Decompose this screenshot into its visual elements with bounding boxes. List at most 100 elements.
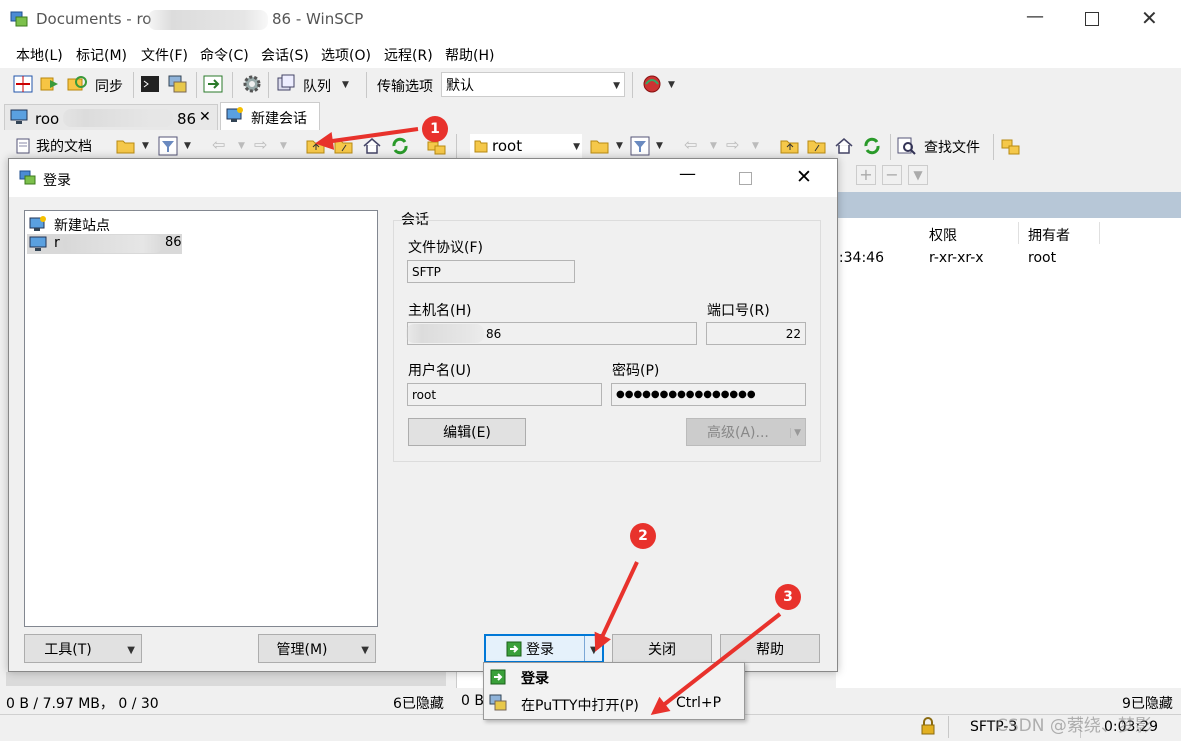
- add-icon[interactable]: +: [856, 165, 876, 185]
- menu-item-putty-shortcut: Ctrl+P: [676, 695, 722, 711]
- row-owner: root: [1028, 250, 1057, 266]
- winscp-app-icon: [9, 9, 29, 29]
- host-label: 主机名(H): [408, 303, 472, 319]
- col-permissions[interactable]: 权限: [929, 225, 957, 245]
- port-field[interactable]: 22: [706, 322, 806, 345]
- filter-icon[interactable]: [158, 136, 178, 156]
- funnel-icon[interactable]: ▼: [908, 165, 928, 185]
- menu-local[interactable]: 本地(L): [16, 45, 63, 65]
- host-field[interactable]: 86: [406, 322, 697, 345]
- remote-path-select[interactable]: root ▼: [470, 134, 582, 158]
- compare-icon[interactable]: [13, 74, 33, 94]
- window-title-prefix: Documents - ro: [36, 10, 152, 28]
- queue-dropdown-icon[interactable]: ▼: [342, 80, 349, 90]
- transfer-options-label: 传输选项: [377, 79, 433, 95]
- edit-button-label: 编辑(E): [443, 425, 491, 441]
- queue-icon[interactable]: [276, 74, 296, 94]
- remote-refresh-icon[interactable]: [862, 136, 882, 156]
- watermark: CSDN @萦绕、梦影: [996, 716, 1152, 736]
- host-suffix: 86: [486, 326, 502, 341]
- gear-icon[interactable]: [242, 74, 262, 94]
- tab-close-icon[interactable]: ✕: [199, 109, 211, 125]
- remote-back-arrow-icon[interactable]: ⇦: [684, 135, 697, 154]
- advanced-button-label: 高级(A)...: [707, 425, 769, 441]
- remove-icon[interactable]: −: [882, 165, 902, 185]
- globe-dropdown-icon[interactable]: ▼: [668, 80, 675, 90]
- chevron-down-icon: ▼: [790, 428, 801, 438]
- password-label: 密码(P): [612, 363, 660, 379]
- menu-help[interactable]: 帮助(H): [445, 45, 494, 65]
- manage-button[interactable]: 管理(M) ▼: [258, 634, 376, 663]
- menu-mark[interactable]: 标记(M): [76, 45, 127, 65]
- help-button-label: 帮助: [756, 641, 784, 658]
- remote-filter-icon[interactable]: [630, 136, 650, 156]
- tab-session-prefix: roo: [35, 110, 60, 128]
- col-header-row: 权限 拥有者: [836, 218, 1181, 248]
- local-path-select[interactable]: 我的文档: [12, 134, 108, 158]
- maximize-button[interactable]: [1085, 12, 1099, 26]
- dialog-title: 登录: [43, 173, 71, 189]
- sync-browse-icon[interactable]: [40, 74, 60, 94]
- new-session-icon: [226, 107, 244, 123]
- minimize-button[interactable]: —: [1026, 6, 1044, 27]
- open-folder-icon[interactable]: [116, 136, 136, 156]
- transfer-settings-select[interactable]: 默认 ▼: [441, 72, 625, 97]
- list-item[interactable]: 新建站点: [27, 214, 227, 234]
- close-button[interactable]: 关闭: [612, 634, 712, 663]
- remote-parent-dir-icon[interactable]: [780, 136, 800, 156]
- transfer-icon[interactable]: [203, 74, 223, 94]
- menu-item-login-label: 登录: [521, 671, 549, 687]
- menu-file[interactable]: 文件(F): [141, 45, 188, 65]
- remote-home-icon[interactable]: [834, 136, 854, 156]
- home-icon[interactable]: [362, 136, 382, 156]
- status-mid-size: 0 B: [461, 693, 484, 709]
- dialog-close-button[interactable]: ✕: [796, 166, 812, 188]
- menu-remote[interactable]: 远程(R): [384, 45, 433, 65]
- site-tree[interactable]: 新建站点 r 86: [24, 210, 378, 627]
- table-row[interactable]: 3:34:46 r-xr-xr-x root: [830, 248, 1181, 270]
- tab-new-session[interactable]: 新建会话: [220, 102, 320, 131]
- password-field[interactable]: ●●●●●●●●●●●●●●●●: [611, 383, 806, 406]
- menu-command[interactable]: 命令(C): [200, 45, 249, 65]
- tab-session[interactable]: roo 86 ✕: [4, 104, 218, 131]
- find-files-icon[interactable]: [897, 136, 917, 156]
- sync-label[interactable]: 同步: [95, 76, 123, 96]
- protocol-label: 文件协议(F): [408, 240, 483, 256]
- menu-session[interactable]: 会话(S): [261, 45, 309, 65]
- session-tabs: roo 86 ✕ 新建会话: [0, 102, 1181, 131]
- remote-forward-arrow-icon[interactable]: ⇨: [726, 135, 739, 154]
- dialog-maximize-button[interactable]: [739, 172, 752, 185]
- putty-icon[interactable]: [167, 74, 187, 94]
- chevron-down-icon: ▼: [127, 645, 135, 656]
- sync-icon[interactable]: [67, 74, 87, 94]
- queue-label[interactable]: 队列: [303, 76, 331, 96]
- protocol-select[interactable]: SFTP: [407, 260, 575, 283]
- local-scrollbar[interactable]: [6, 672, 446, 686]
- port-label: 端口号(R): [707, 303, 770, 319]
- remote-root-dir-icon[interactable]: [807, 136, 827, 156]
- forward-arrow-icon[interactable]: ⇨: [254, 135, 267, 154]
- advanced-button[interactable]: 高级(A)... ▼: [686, 418, 806, 446]
- remote-new-folder-icon[interactable]: [1000, 136, 1020, 156]
- close-window-button[interactable]: ✕: [1141, 6, 1158, 30]
- site-saved-suffix: 86: [165, 235, 182, 250]
- username-field[interactable]: root: [407, 383, 602, 406]
- annotation-badge-1: 1: [422, 116, 448, 142]
- menu-options[interactable]: 选项(O): [321, 45, 371, 65]
- find-files-label[interactable]: 查找文件: [924, 137, 980, 157]
- console-icon[interactable]: [140, 74, 160, 94]
- remote-open-folder-icon[interactable]: [590, 136, 610, 156]
- remote-file-list[interactable]: 权限 拥有者 3:34:46 r-xr-xr-x root: [830, 218, 1181, 688]
- tools-button[interactable]: 工具(T) ▼: [24, 634, 142, 663]
- site-new: 新建站点: [54, 218, 110, 234]
- col-owner[interactable]: 拥有者: [1028, 225, 1070, 245]
- list-item[interactable]: r 86: [27, 234, 182, 254]
- dialog-minimize-button[interactable]: —: [679, 164, 696, 184]
- edit-button[interactable]: 编辑(E): [408, 418, 526, 446]
- reconnect-globe-icon[interactable]: [642, 74, 662, 94]
- refresh-icon[interactable]: [390, 136, 410, 156]
- login-button[interactable]: 登录 ▼: [484, 634, 604, 663]
- row-time: 3:34:46: [830, 250, 884, 266]
- menu-item-putty[interactable]: 在PuTTY中打开(P) Ctrl+P: [485, 691, 741, 716]
- back-arrow-icon[interactable]: ⇦: [212, 135, 225, 154]
